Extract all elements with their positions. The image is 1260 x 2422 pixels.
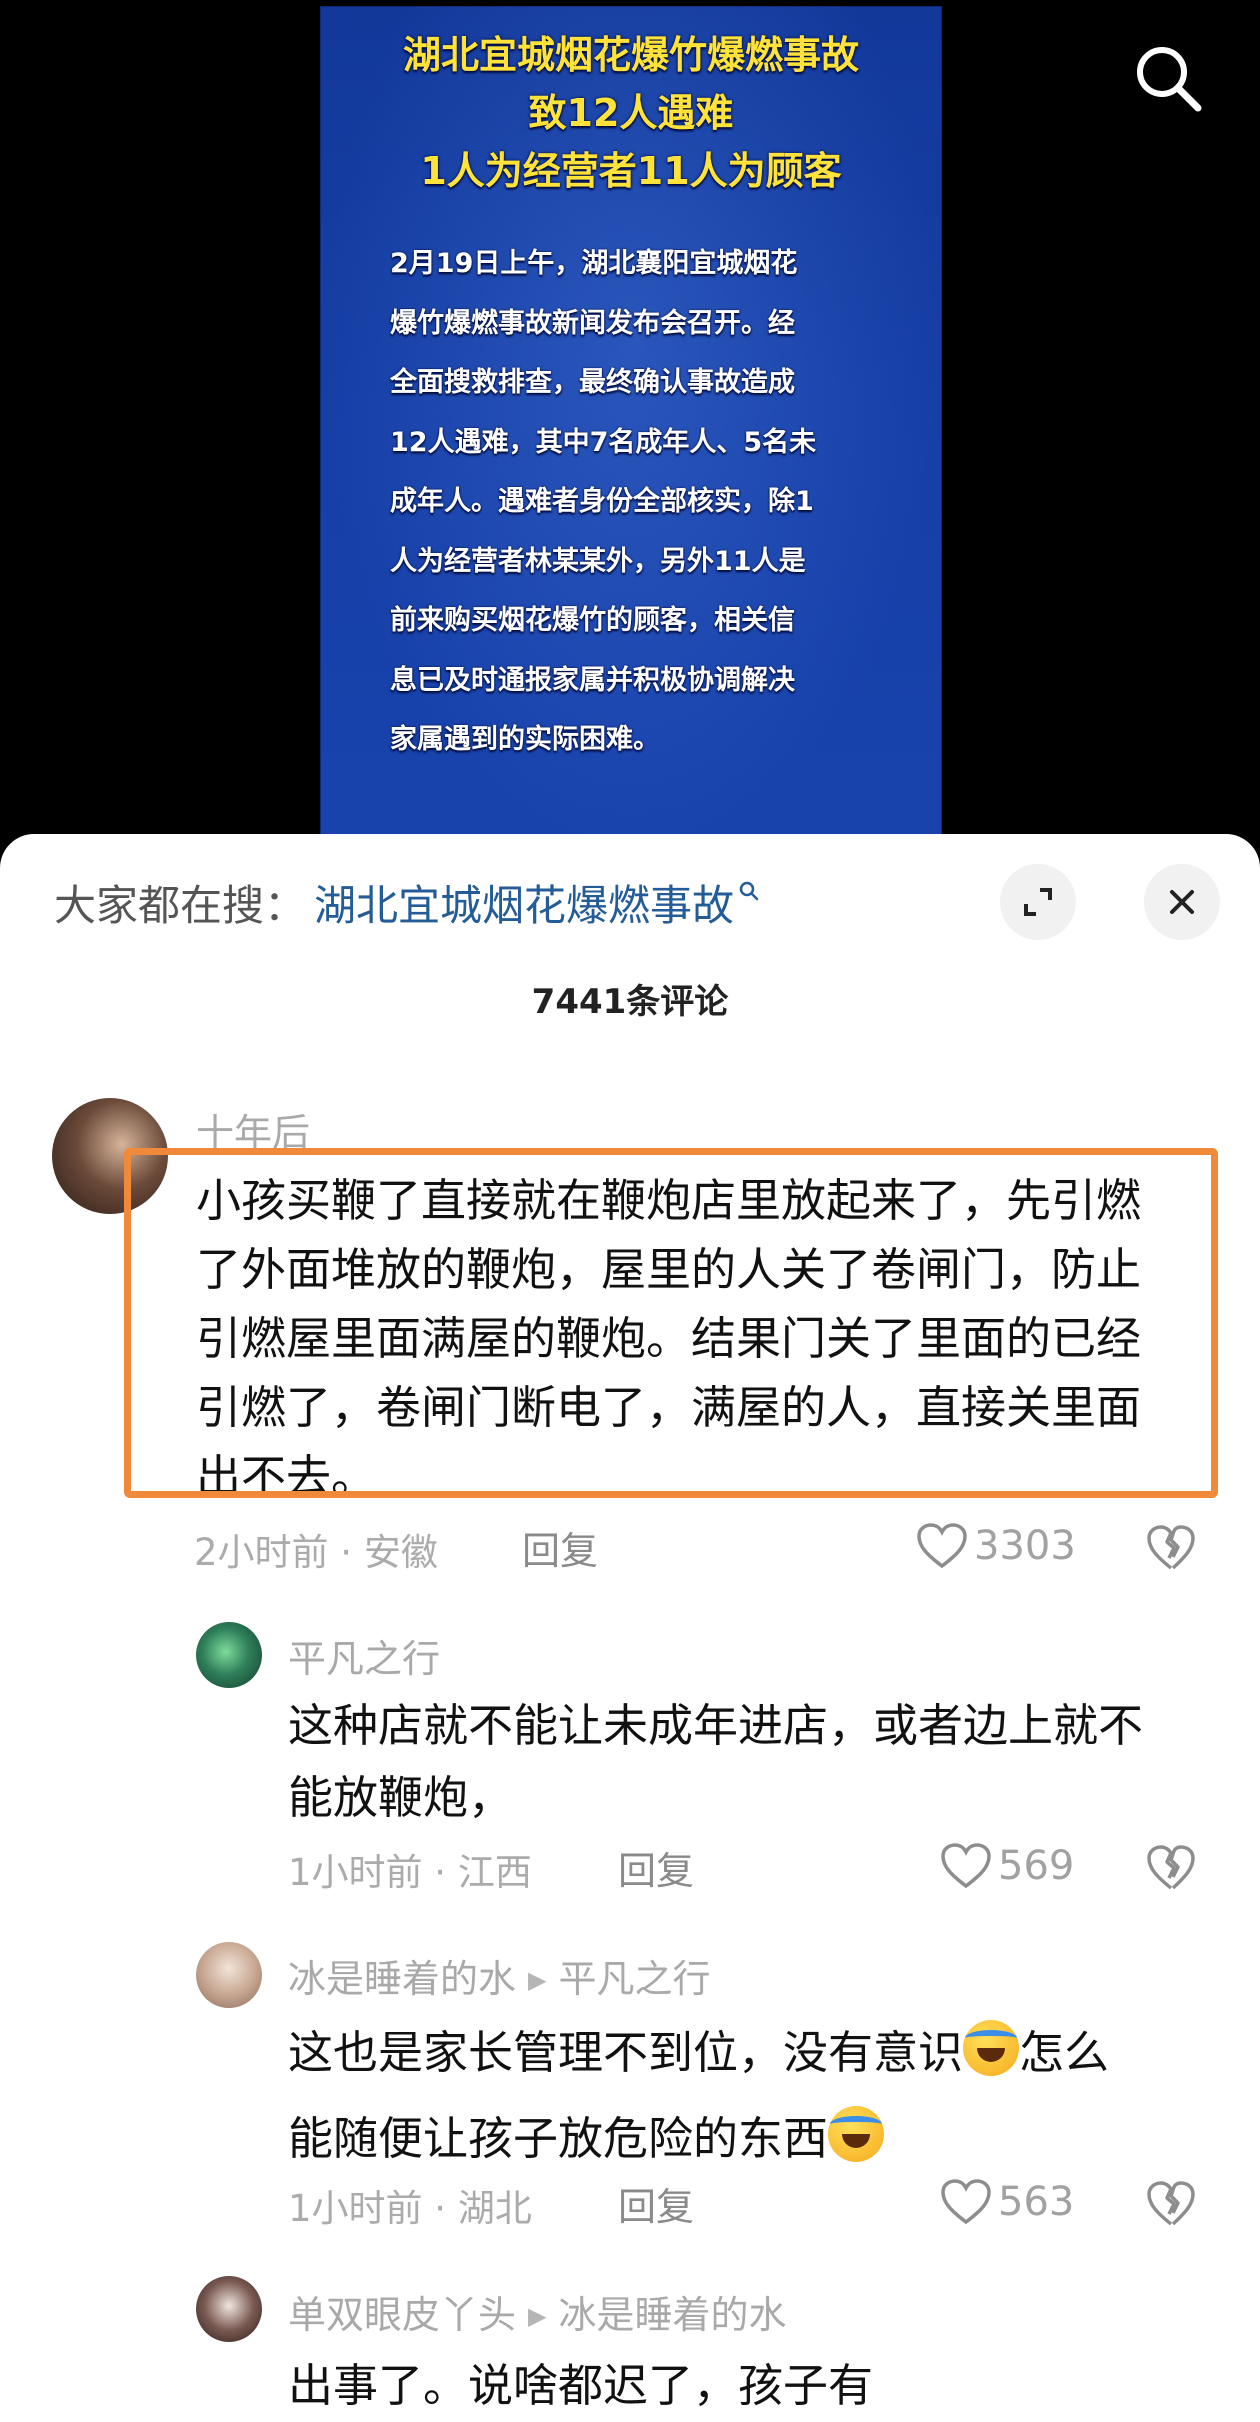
comment-text-line: 出事了。说啥都迟了，孩子有 — [288, 2359, 874, 2412]
hot-search-term-link[interactable]: 湖北宜城烟花爆燃事故 — [314, 872, 734, 933]
search-button[interactable] — [1130, 40, 1206, 116]
like-button[interactable]: 569 — [940, 1842, 1074, 1890]
news-body: 2月19日上午，湖北襄阳宜城烟花 爆竹爆燃事故新闻发布会召开。经 全面搜救排查，… — [390, 234, 890, 770]
dislike-button[interactable] — [1146, 1524, 1196, 1576]
news-body-line: 人为经营者林某某外，另外11人是 — [390, 545, 806, 577]
comment-text: 这种店就不能让未成年进店，或者边上就不 能放鞭炮， — [288, 1690, 1143, 1834]
comment-meta: 2小时前 · 安徽 — [194, 1531, 438, 1574]
news-body-line: 前来购买烟花爆竹的顾客，相关信 — [390, 605, 795, 636]
search-icon — [1137, 47, 1202, 112]
headline-line: 致12人遇难 — [528, 91, 734, 135]
expand-button[interactable] — [1000, 864, 1076, 940]
dislike-button[interactable] — [1146, 2180, 1196, 2232]
news-headline: 湖北宜城烟花爆竹爆燃事故 致12人遇难 1人为经营者11人为顾客 — [320, 26, 942, 200]
hot-search-bar[interactable]: 大家都在搜： 湖北宜城烟花爆燃事故 — [54, 872, 760, 932]
video-player[interactable]: 湖北宜城烟花爆竹爆燃事故 致12人遇难 1人为经营者11人为顾客 2月19日上午… — [0, 0, 1260, 860]
broken-heart-icon — [1147, 2181, 1195, 2226]
comment-username[interactable]: 平凡之行 — [288, 1628, 440, 1683]
news-body-line: 爆竹爆燃事故新闻发布会召开。经 — [390, 307, 795, 339]
like-button[interactable]: 563 — [940, 2178, 1074, 2226]
heart-icon — [941, 1843, 991, 1889]
headline-line: 1人为经营者11人为顾客 — [420, 149, 842, 193]
comment-meta: 1小时前 · 湖北 — [288, 2187, 532, 2230]
headline-line: 湖北宜城烟花爆竹爆燃事故 — [402, 33, 859, 77]
comment-meta: 1小时前 · 江西 — [288, 1851, 532, 1894]
comment-text-line: 能随便让孩子放危险的东西 — [288, 2096, 1109, 2182]
avatar[interactable] — [196, 1942, 262, 2008]
comment-text-part: 这也是家长管理不到位，没有意识 — [288, 2026, 964, 2079]
comment-text: 出事了。说啥都迟了，孩子有 — [288, 2350, 873, 2422]
comment-sheet: 大家都在搜： 湖北宜城烟花爆燃事故 7441条评论 十年后 小孩买鞭了直接就在鞭… — [0, 834, 1260, 2422]
news-body-line: 全面搜救排查，最终确认事故造成 — [390, 367, 795, 398]
reply-to-username[interactable]: 平凡之行 — [558, 1957, 710, 2001]
laughing-crying-emoji-icon — [963, 2020, 1020, 2076]
reply-arrow-icon: ▶ — [528, 2302, 547, 2330]
comment-username-text[interactable]: 单双眼皮丫头 — [288, 2293, 516, 2337]
comment-text-line: 能放鞭炮， — [288, 1771, 514, 1824]
search-icon — [739, 881, 759, 901]
avatar[interactable] — [196, 2276, 262, 2342]
like-count: 3303 — [974, 1523, 1076, 1569]
news-graphic: 湖北宜城烟花爆竹爆燃事故 致12人遇难 1人为经营者11人为顾客 2月19日上午… — [320, 6, 942, 860]
broken-heart-icon — [1147, 1525, 1195, 1570]
like-count: 569 — [998, 1843, 1075, 1889]
close-icon — [1170, 890, 1194, 914]
like-button[interactable]: 3303 — [916, 1522, 1076, 1570]
hot-search-label: 大家都在搜： — [54, 880, 307, 930]
news-body-line: 成年人。遇难者身份全部核实，除1 — [390, 486, 814, 517]
comment-username[interactable]: 冰是睡着的水 ▶ 平凡之行 — [288, 1948, 711, 2003]
comment-username-text[interactable]: 冰是睡着的水 — [288, 1957, 516, 2001]
like-count: 563 — [998, 2179, 1075, 2225]
broken-heart-icon — [1147, 1845, 1195, 1890]
avatar[interactable] — [196, 1622, 262, 1688]
reply-arrow-icon: ▶ — [528, 1966, 547, 1994]
reply-to-username[interactable]: 冰是睡着的水 — [558, 2293, 786, 2337]
news-body-line: 12人遇难，其中7名成年人、5名未 — [390, 426, 817, 458]
reply-button[interactable]: 回复 — [618, 2176, 694, 2231]
comment-text-line: 这种店就不能让未成年进店，或者边上就不 — [288, 1699, 1144, 1752]
comment-text-part: 能随便让孩子放危险的东西 — [288, 2112, 829, 2165]
heart-icon — [941, 2179, 991, 2225]
reply-button[interactable]: 回复 — [522, 1520, 598, 1575]
comment-username[interactable]: 单双眼皮丫头 ▶ 冰是睡着的水 — [288, 2284, 787, 2339]
heart-icon — [917, 1523, 967, 1569]
comment-count-title: 7441条评论 — [531, 982, 729, 1022]
highlight-box — [124, 1148, 1218, 1498]
comment-text: 这也是家长管理不到位，没有意识 怎么 能随便让孩子放危险的东西 — [288, 2010, 1109, 2182]
dislike-button[interactable] — [1146, 1844, 1196, 1896]
close-button[interactable] — [1144, 864, 1220, 940]
reply-button[interactable]: 回复 — [618, 1840, 694, 1895]
news-body-line: 家属遇到的实际困难。 — [390, 724, 660, 755]
news-body-line: 2月19日上午，湖北襄阳宜城烟花 — [390, 248, 798, 279]
news-body-line: 息已及时通报家属并积极协调解决 — [390, 664, 795, 696]
comment-text-part: 怎么 — [1019, 2026, 1110, 2079]
expand-icon — [1024, 888, 1052, 916]
laughing-crying-emoji-icon — [828, 2106, 885, 2162]
comment-text-line: 这也是家长管理不到位，没有意识 怎么 — [288, 2010, 1109, 2096]
